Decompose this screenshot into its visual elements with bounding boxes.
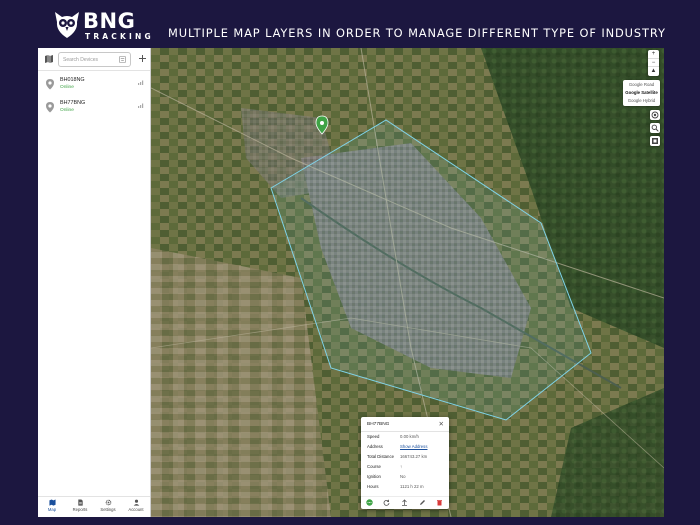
popup-actions (361, 496, 449, 507)
bottom-nav: Map Reports Settings Account (38, 496, 150, 517)
nav-map[interactable]: Map (38, 499, 66, 517)
nav-label: Reports (72, 507, 88, 512)
edit-button[interactable] (419, 499, 427, 507)
filter-icon[interactable] (119, 56, 126, 63)
upload-icon (402, 499, 407, 506)
popup-key: Speed (367, 434, 380, 439)
device-pin-icon (46, 79, 54, 90)
popup-row-hours: Hours 1121 h 22 m (367, 484, 447, 493)
layer-option-road[interactable]: Google Road (623, 81, 660, 89)
popup-title: BH77BNG (367, 422, 390, 427)
zoom-in-button[interactable]: + (648, 50, 659, 59)
popup-key: Total Distance (367, 454, 394, 459)
nav-label: Map (47, 507, 57, 512)
fullscreen-icon (652, 138, 658, 144)
device-list-item[interactable]: BH77BNG Online (38, 98, 150, 118)
layer-option-satellite[interactable]: Google Satellite (623, 89, 660, 97)
trash-icon (437, 500, 442, 506)
device-status: Online (60, 85, 74, 90)
popup-key: Ignition (367, 474, 381, 479)
gear-icon (105, 499, 111, 506)
signal-icon (138, 80, 144, 85)
popup-row-speed: Speed 0.00 km/h (367, 434, 447, 443)
popup-row-total-distance: Total Distance 166743.27 km (367, 454, 447, 463)
map-icon (48, 499, 56, 506)
edit-icon (420, 500, 425, 505)
brand-name: BNG (83, 9, 136, 33)
device-status: Online (60, 108, 74, 113)
show-address-link[interactable]: Show Address (400, 444, 427, 449)
map-toggle-icon[interactable] (44, 54, 54, 64)
more-actions-button[interactable] (366, 499, 374, 507)
page-headline: MULTIPLE MAP LAYERS IN ORDER TO MANAGE D… (168, 26, 666, 40)
popup-value: 1121 h 22 m (400, 484, 424, 489)
search-icon (651, 124, 659, 132)
map-layer-selector: Google Road Google Satellite Google Hybr… (623, 80, 660, 106)
popup-value: 0.00 km/h (400, 434, 419, 439)
search-box (58, 52, 131, 67)
brand-logo: BNG TRACKING (52, 9, 152, 43)
page-header: BNG TRACKING MULTIPLE MAP LAYERS IN ORDE… (0, 0, 700, 46)
signal-icon (138, 103, 144, 108)
app-window: BH018NG Online BH77BNG Online (38, 48, 664, 517)
popup-key: Hours (367, 484, 379, 489)
delete-button[interactable] (436, 499, 444, 507)
nav-settings[interactable]: Settings (94, 499, 122, 517)
popup-row-course: Course ↑ (367, 464, 447, 473)
popup-value: ↑ (400, 464, 403, 469)
popup-value: 166743.27 km (400, 454, 428, 459)
popup-value: No (400, 474, 406, 479)
layer-option-hybrid[interactable]: Google Hybrid (623, 97, 660, 105)
device-name: BH77BNG (60, 100, 86, 106)
popup-key: Course (367, 464, 381, 469)
geofence-icon (651, 111, 659, 119)
account-icon (133, 499, 139, 506)
device-list-item[interactable]: BH018NG Online (38, 75, 150, 95)
popup-row-ignition: Ignition No (367, 474, 447, 483)
close-icon[interactable]: ✕ (439, 420, 444, 428)
geofence-button[interactable] (650, 110, 660, 120)
replay-icon (383, 499, 390, 506)
popup-key: Address (367, 444, 383, 449)
add-device-icon[interactable] (138, 54, 147, 63)
map-search-button[interactable] (650, 123, 660, 133)
zoom-out-button[interactable]: − (648, 59, 659, 68)
device-name: BH018NG (60, 77, 85, 83)
popup-row-address: Address Show Address (367, 444, 447, 453)
owl-logo-icon (55, 12, 79, 38)
device-sidebar: BH018NG Online BH77BNG Online (38, 48, 151, 517)
send-command-button[interactable] (401, 499, 409, 507)
reports-icon (77, 499, 83, 506)
nav-label: Account (128, 507, 144, 512)
nav-label: Settings (100, 507, 116, 512)
north-reset-button[interactable]: ▲ (648, 67, 659, 76)
zoom-control: + − ▲ (648, 50, 659, 76)
replay-button[interactable] (383, 499, 391, 507)
map-fullscreen-button[interactable] (650, 136, 660, 146)
sidebar-toolbar (38, 48, 150, 71)
popup-divider (361, 431, 449, 432)
device-info-popup: BH77BNG ✕ Speed 0.00 km/h Address Show A… (361, 417, 449, 509)
device-pin-icon (46, 102, 54, 113)
nav-reports[interactable]: Reports (66, 499, 94, 517)
brand-subtitle: TRACKING (85, 32, 154, 41)
more-icon (366, 499, 373, 506)
nav-account[interactable]: Account (122, 499, 150, 517)
search-input[interactable] (63, 56, 115, 64)
